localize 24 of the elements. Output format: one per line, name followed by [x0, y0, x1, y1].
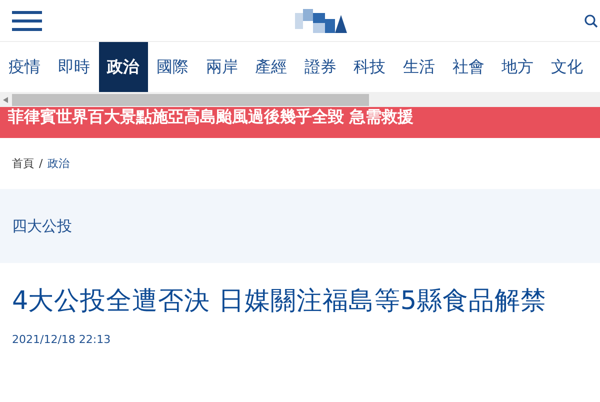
news-ticker[interactable]: 菲律賓世界百大景點施亞高島颱風過後幾乎全毀 急需救援	[0, 107, 600, 138]
breadcrumb-separator: /	[39, 157, 43, 170]
scroll-left-icon[interactable]	[3, 96, 8, 102]
nav-tab[interactable]: 生活	[394, 42, 444, 92]
scrollbar-thumb[interactable]	[12, 94, 369, 106]
menu-icon[interactable]	[12, 10, 42, 32]
article-date: 2021/12/18 22:13	[12, 333, 112, 346]
nav-tab[interactable]: 即時	[49, 42, 99, 92]
nav-tab[interactable]: 產經	[246, 42, 296, 92]
nav-tab[interactable]: 政治	[98, 42, 148, 92]
nav-tab[interactable]: 科技	[345, 42, 394, 92]
topic-link[interactable]: 四大公投	[12, 216, 72, 236]
nav-tab[interactable]: 國際	[148, 42, 198, 92]
nav-tab[interactable]: 文化	[542, 42, 592, 92]
breadcrumb-link[interactable]: 政治	[48, 156, 70, 171]
breadcrumb-link[interactable]: 首頁	[12, 156, 34, 171]
article-headline: 4大公投全遭否決 日媒關注福島等5縣食品解禁	[12, 285, 548, 318]
search-icon[interactable]	[584, 14, 598, 28]
nav-tab[interactable]: 證券	[296, 42, 346, 92]
nav-tab[interactable]: 社會	[444, 42, 493, 92]
nav-tab[interactable]: 疫情	[0, 42, 50, 92]
logo-icon[interactable]	[295, 8, 347, 32]
nav-tab[interactable]: 地方	[492, 42, 542, 92]
nav-tab[interactable]: 兩岸	[197, 42, 246, 92]
